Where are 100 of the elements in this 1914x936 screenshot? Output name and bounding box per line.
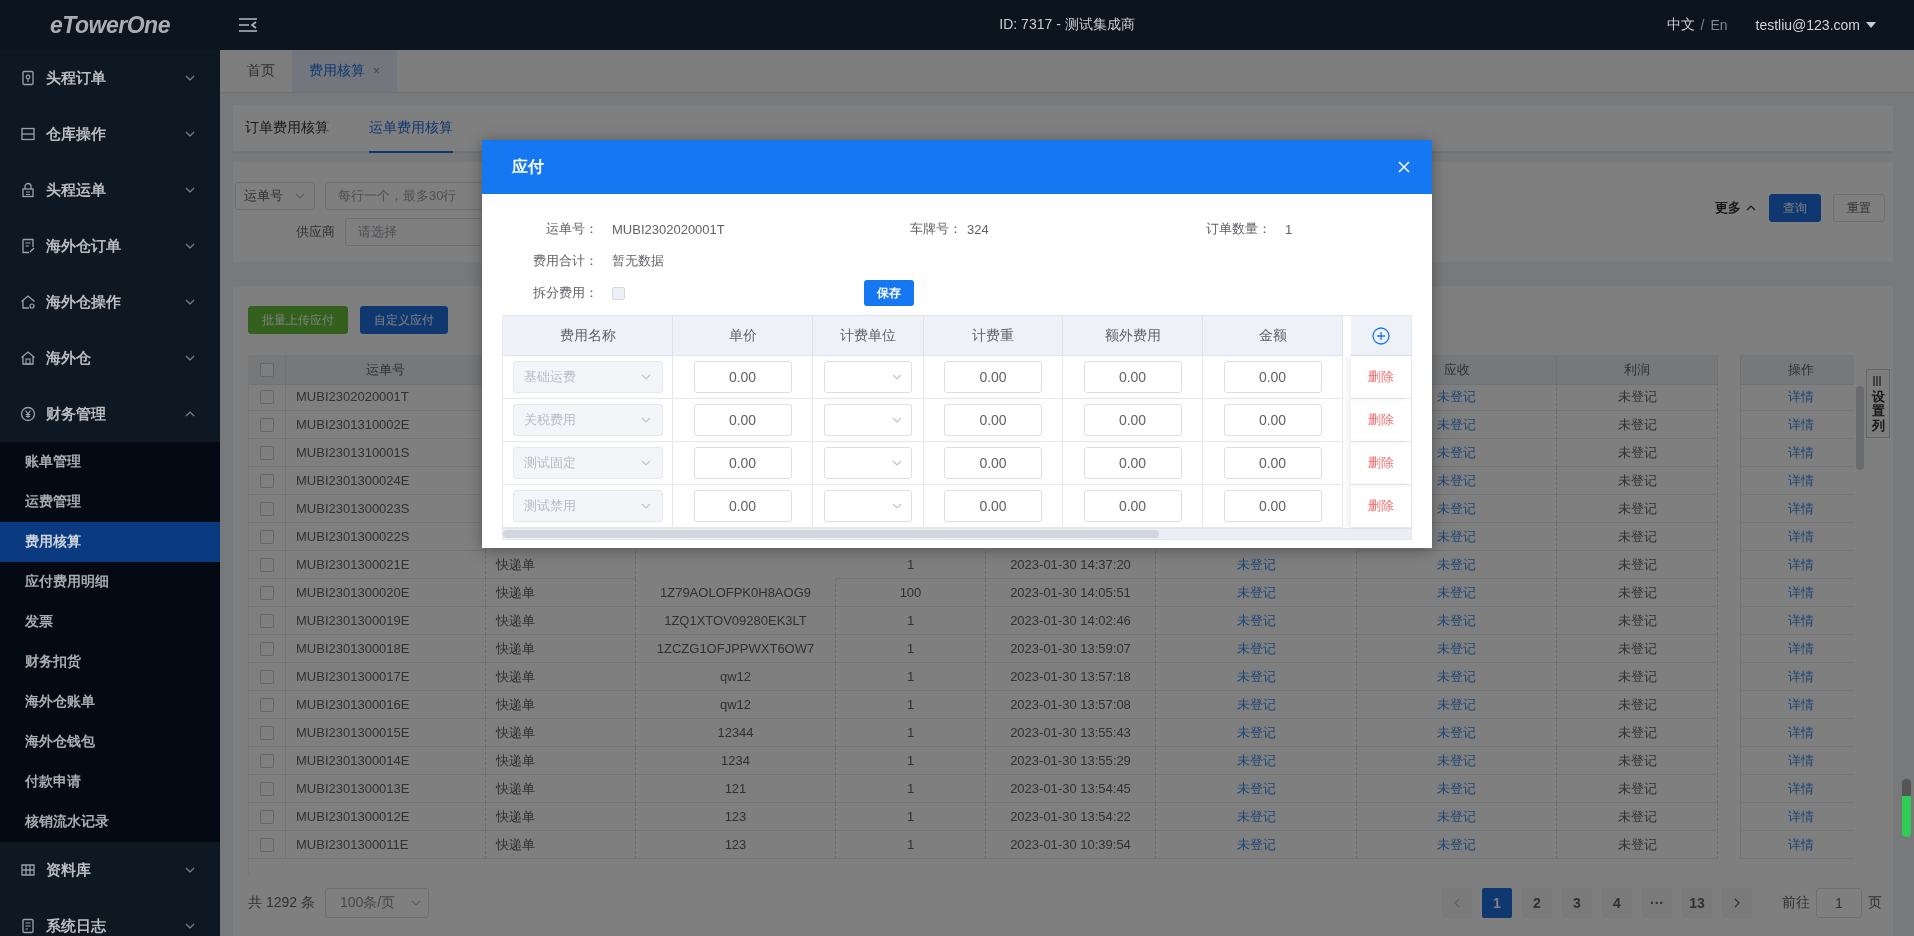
reset-button[interactable]: 重置 xyxy=(1833,194,1885,222)
sidebar-item[interactable]: 资料库 xyxy=(0,842,220,898)
sub-tab[interactable]: 订单费用核算 xyxy=(245,105,329,153)
sidebar-subitem[interactable]: 发票 xyxy=(0,602,220,642)
sidebar-item[interactable]: 海外仓订单 xyxy=(0,218,220,274)
sidebar-subitem[interactable]: 运费管理 xyxy=(0,482,220,522)
save-button[interactable]: 保存 xyxy=(864,280,914,306)
language-option[interactable]: En xyxy=(1710,17,1728,33)
unit-select[interactable] xyxy=(824,404,912,436)
unit-select[interactable] xyxy=(824,490,912,522)
page-tab[interactable]: 首页 xyxy=(230,50,292,92)
link[interactable]: 详情 xyxy=(1787,415,1814,434)
checkbox[interactable] xyxy=(260,753,274,768)
search-button[interactable]: 查询 xyxy=(1769,194,1821,222)
custom-button[interactable]: 自定义应付 xyxy=(360,306,448,334)
sidebar-subitem[interactable]: 财务扣货 xyxy=(0,642,220,682)
link[interactable]: 未登记 xyxy=(1236,667,1276,686)
page-button[interactable]: 2 xyxy=(1522,888,1552,918)
checkbox[interactable] xyxy=(260,389,274,404)
sidebar-subitem[interactable]: 核销流水记录 xyxy=(0,802,220,842)
scrollbar-thumb[interactable] xyxy=(1856,386,1865,470)
close-icon[interactable] xyxy=(1398,161,1410,173)
menu-icon[interactable] xyxy=(238,17,258,33)
checkbox[interactable] xyxy=(260,641,274,656)
close-tab-button[interactable]: × xyxy=(373,64,380,78)
checkbox[interactable] xyxy=(260,809,274,824)
sidebar-item[interactable]: 系统日志 xyxy=(0,898,220,936)
checkbox[interactable] xyxy=(260,725,274,740)
sidebar-subitem[interactable]: 海外仓钱包 xyxy=(0,722,220,762)
link[interactable]: 未登记 xyxy=(1236,723,1276,742)
checkbox[interactable] xyxy=(260,445,274,460)
link[interactable]: 未登记 xyxy=(1236,583,1276,602)
link[interactable]: 详情 xyxy=(1787,555,1814,574)
checkbox[interactable] xyxy=(260,585,274,600)
link[interactable]: 详情 xyxy=(1787,471,1814,490)
caret-down-icon[interactable] xyxy=(1866,22,1876,28)
horizontal-scrollbar[interactable] xyxy=(502,529,1412,540)
link[interactable]: 详情 xyxy=(1787,387,1814,406)
page-button[interactable]: ··· xyxy=(1642,888,1672,918)
add-icon[interactable] xyxy=(1372,326,1390,345)
link[interactable]: 未登记 xyxy=(1437,807,1476,826)
link[interactable]: 详情 xyxy=(1787,695,1814,714)
link[interactable]: 未登记 xyxy=(1437,779,1476,798)
column-settings-tab[interactable]: 设置列 xyxy=(1866,369,1890,438)
link[interactable]: 未登记 xyxy=(1437,835,1476,854)
link[interactable]: 详情 xyxy=(1787,723,1814,742)
page-input[interactable]: 1 xyxy=(1816,888,1862,918)
link[interactable]: 未登记 xyxy=(1437,639,1476,658)
checkbox[interactable] xyxy=(260,501,274,516)
next-page-button[interactable] xyxy=(1722,888,1752,918)
sidebar-item[interactable]: 财务管理 xyxy=(0,386,220,442)
sidebar-subitem[interactable]: 费用核算 xyxy=(0,522,220,562)
link[interactable]: 详情 xyxy=(1787,639,1814,658)
link[interactable]: 未登记 xyxy=(1437,387,1476,406)
link[interactable]: 详情 xyxy=(1787,667,1814,686)
link[interactable]: 未登记 xyxy=(1437,471,1476,490)
link[interactable]: 未登记 xyxy=(1437,667,1476,686)
link[interactable]: 未登记 xyxy=(1236,639,1276,658)
link[interactable]: 未登记 xyxy=(1437,443,1476,462)
link[interactable]: 详情 xyxy=(1787,835,1814,854)
link[interactable]: 未登记 xyxy=(1437,583,1476,602)
link[interactable]: 详情 xyxy=(1787,807,1814,826)
link[interactable]: 未登记 xyxy=(1236,555,1276,574)
more-toggle[interactable]: 更多 xyxy=(1715,199,1757,217)
sidebar-subitem[interactable]: 付款申请 xyxy=(0,762,220,802)
link[interactable]: 未登记 xyxy=(1236,695,1276,714)
sidebar-subitem[interactable]: 应付费用明细 xyxy=(0,562,220,602)
link[interactable]: 详情 xyxy=(1787,779,1814,798)
checkbox[interactable] xyxy=(260,473,274,488)
link[interactable]: 未登记 xyxy=(1236,835,1276,854)
link[interactable]: 详情 xyxy=(1787,611,1814,630)
link[interactable]: 未登记 xyxy=(1236,807,1276,826)
upload-button[interactable]: 批量上传应付 xyxy=(248,306,348,334)
previous-page-button[interactable] xyxy=(1442,888,1472,918)
page-button[interactable]: 4 xyxy=(1602,888,1632,918)
link[interactable]: 详情 xyxy=(1787,751,1814,770)
checkbox[interactable] xyxy=(260,613,274,628)
link[interactable]: 未登记 xyxy=(1437,695,1476,714)
page-button[interactable]: 1 xyxy=(1482,888,1512,918)
sidebar-item[interactable]: 仓库操作 xyxy=(0,106,220,162)
unit-select[interactable] xyxy=(824,361,912,393)
checkbox[interactable] xyxy=(260,669,274,684)
user-menu[interactable]: testliu@123.com xyxy=(1755,17,1860,33)
sidebar-item[interactable]: 头程运单 xyxy=(0,162,220,218)
link[interactable]: 详情 xyxy=(1787,527,1814,546)
select-all-checkbox[interactable] xyxy=(260,362,274,377)
checkbox[interactable] xyxy=(260,557,274,572)
language-option[interactable]: 中文 xyxy=(1666,16,1695,34)
link[interactable]: 详情 xyxy=(1787,443,1814,462)
link[interactable]: 详情 xyxy=(1787,499,1814,518)
page-button[interactable]: 3 xyxy=(1562,888,1592,918)
unit-select[interactable] xyxy=(824,447,912,479)
link[interactable]: 未登记 xyxy=(1437,751,1476,770)
sub-tab[interactable]: 运单费用核算 xyxy=(369,105,453,153)
link[interactable]: 未登记 xyxy=(1437,415,1476,434)
checkbox[interactable] xyxy=(260,781,274,796)
link[interactable]: 未登记 xyxy=(1236,751,1276,770)
sidebar-item[interactable]: 海外仓操作 xyxy=(0,274,220,330)
sidebar-item[interactable]: 头程订单 xyxy=(0,50,220,106)
link[interactable]: 详情 xyxy=(1787,583,1814,602)
